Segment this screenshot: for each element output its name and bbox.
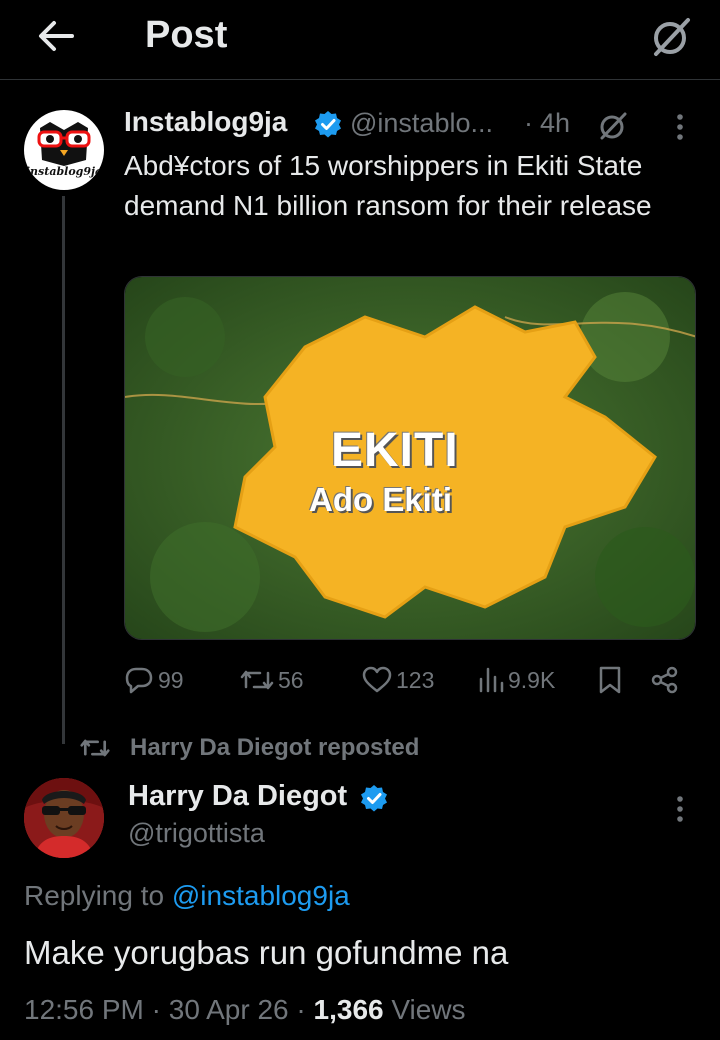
like-count: 123: [396, 666, 435, 693]
reply-text: Make yorugbas run gofundme na: [24, 934, 509, 971]
avatar[interactable]: [24, 778, 104, 858]
views-count: 1,366: [313, 994, 384, 1025]
post-image[interactable]: EKITI Ado Ekiti: [124, 276, 696, 640]
heart-icon: [362, 666, 392, 693]
author-name[interactable]: Instablog9ja: [124, 106, 287, 138]
verified-badge-icon: [314, 110, 342, 138]
repost-icon: [240, 670, 274, 690]
reply-count: 99: [158, 666, 184, 693]
repost-count: 56: [278, 666, 304, 693]
repost-banner: Harry Da Diegot reposted: [80, 732, 419, 764]
meta-dot: ·: [143, 994, 169, 1025]
grok-icon[interactable]: [597, 110, 629, 142]
bookmark-icon: [599, 666, 621, 694]
view-count: 9.9K: [508, 666, 556, 693]
author-handle[interactable]: @instablo...: [350, 108, 493, 139]
more-options-icon[interactable]: [670, 112, 690, 142]
more-options-icon[interactable]: [670, 794, 690, 824]
post-meta: 12:56 PM · 30 Apr 26 · 1,366 Views: [24, 994, 466, 1026]
reply-button[interactable]: 99: [124, 660, 184, 700]
verified-badge-icon: [360, 784, 388, 812]
replying-to-prefix: Replying to: [24, 880, 172, 911]
repost-button[interactable]: 56: [240, 660, 304, 700]
post-date[interactable]: 30 Apr 26: [169, 994, 289, 1025]
repost-banner-text[interactable]: Harry Da Diegot reposted: [130, 734, 419, 762]
share-icon: [651, 666, 678, 694]
meta-dot: ·: [288, 994, 314, 1025]
top-bar: Post: [0, 0, 720, 80]
page-title: Post: [145, 14, 228, 56]
views-button[interactable]: 9.9K: [478, 660, 555, 700]
post-time[interactable]: 4h: [540, 108, 570, 139]
action-bar: 99 56 123 9.9K: [0, 660, 720, 700]
back-arrow-icon[interactable]: [36, 16, 76, 56]
post-text: Abd¥ctors of 15 worshippers in Ekiti Sta…: [124, 150, 652, 221]
avatar[interactable]: instablog9ja: [24, 110, 104, 190]
map-title: EKITI: [331, 424, 459, 477]
like-button[interactable]: 123: [362, 660, 434, 700]
author-handle[interactable]: @trigottista: [128, 818, 265, 849]
owl-logo-icon: [37, 122, 91, 166]
repost-icon: [80, 739, 110, 757]
author-name[interactable]: Harry Da Diegot: [128, 780, 347, 813]
bookmark-button[interactable]: [598, 660, 622, 700]
avatar-brand-text: instablog9ja: [25, 165, 103, 178]
replying-to-line: Replying to @instablog9ja: [24, 880, 350, 912]
reply-icon: [125, 667, 153, 694]
grok-icon[interactable]: [648, 14, 694, 60]
analytics-icon: [479, 667, 504, 693]
map-subtitle: Ado Ekiti: [309, 481, 453, 518]
share-button[interactable]: [650, 660, 680, 700]
views-label: Views: [391, 994, 466, 1025]
separator-dot: ·: [524, 108, 533, 138]
post-time[interactable]: 12:56 PM: [24, 994, 144, 1025]
replying-to-mention[interactable]: @instablog9ja: [172, 880, 350, 911]
